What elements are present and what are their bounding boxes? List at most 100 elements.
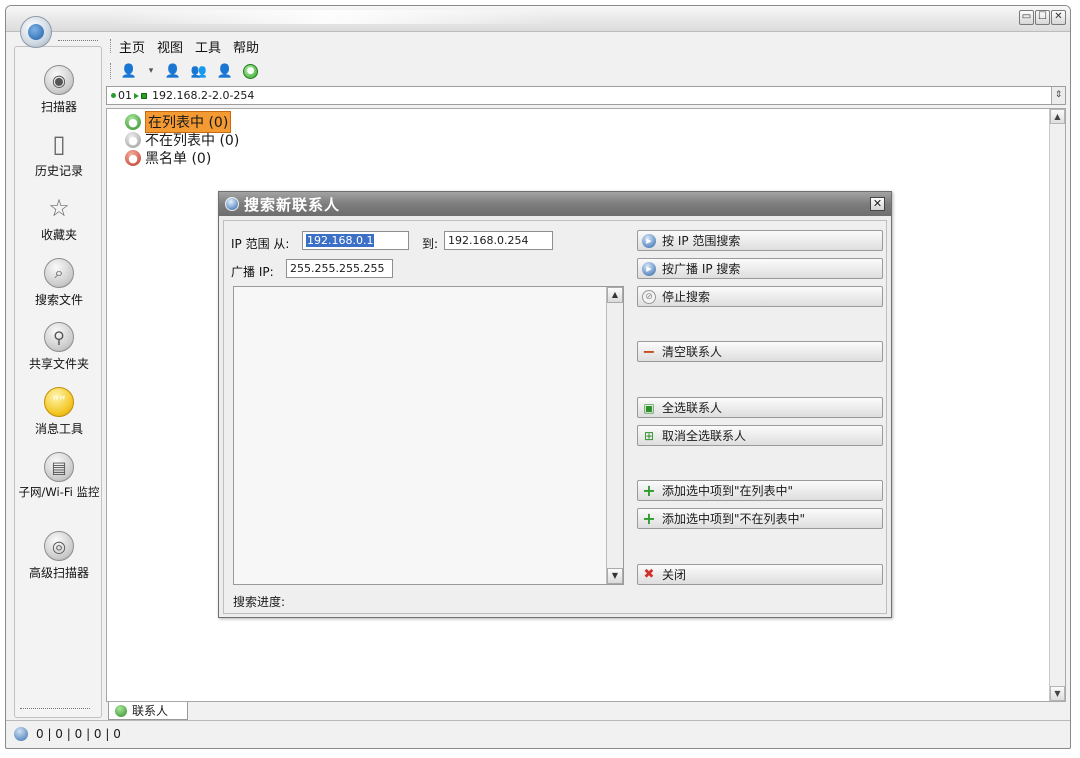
dialog-globe-icon bbox=[225, 197, 239, 211]
maximize-button[interactable]: ☐ bbox=[1035, 10, 1050, 25]
menu-grip bbox=[110, 39, 111, 53]
contact-red-icon[interactable]: 👤 bbox=[121, 63, 137, 79]
ip-from-value: 192.168.0.1 bbox=[306, 234, 375, 247]
results-scrollbar[interactable]: ▲ ▼ bbox=[606, 287, 623, 584]
title-bar: ▭ ☐ ✕ bbox=[6, 6, 1070, 32]
search-contacts-dialog: 搜索新联系人 ✕ IP 范围 从: 192.168.0.1 到: 192.168… bbox=[218, 191, 892, 618]
deselect-all-button[interactable]: ⊞ 取消全选联系人 bbox=[637, 425, 883, 446]
add-to-not-in-list-button[interactable]: + 添加选中项到"不在列表中" bbox=[637, 508, 883, 529]
button-label: 按广播 IP 搜索 bbox=[662, 262, 741, 276]
broadcast-ip-field[interactable]: 255.255.255.255 bbox=[286, 259, 393, 278]
sidebar-item-label: 共享文件夹 bbox=[28, 357, 89, 371]
sidebar-item-history[interactable]: ▯ 历史记录 bbox=[15, 129, 103, 179]
tree-item-blacklist[interactable]: ● 黑名单 (0) bbox=[125, 149, 239, 167]
sidebar-item-label: 高级扫描器 bbox=[28, 566, 89, 580]
button-label: 取消全选联系人 bbox=[662, 429, 747, 443]
close-dialog-button[interactable]: ✖ 关闭 bbox=[637, 564, 883, 585]
search-progress-label: 搜索进度: bbox=[233, 595, 286, 609]
status-bar: 0 | 0 | 0 | 0 | 0 bbox=[14, 724, 121, 744]
stop-icon: ⊘ bbox=[642, 289, 656, 304]
contacts-group-icon[interactable]: 👥 bbox=[191, 63, 207, 79]
menu-tools[interactable]: 工具 bbox=[195, 37, 221, 56]
tree-item-not-in-list[interactable]: ● 不在列表中 (0) bbox=[125, 131, 239, 149]
address-status-icons: 01 bbox=[111, 89, 147, 102]
app-logo-icon[interactable] bbox=[20, 16, 52, 48]
sidebar-item-search-files[interactable]: ⌕ 搜索文件 bbox=[15, 258, 103, 308]
scroll-up-icon[interactable]: ▲ bbox=[607, 287, 623, 303]
ip-to-label: 到: bbox=[422, 237, 439, 251]
menu-bar: 主页 视图 工具 帮助 bbox=[106, 36, 271, 56]
sidebar-item-label: 扫描器 bbox=[40, 100, 77, 114]
search-by-range-button[interactable]: ▶ 按 IP 范围搜索 bbox=[637, 230, 883, 251]
button-label: 关闭 bbox=[662, 568, 687, 582]
sidebar-item-label: 消息工具 bbox=[34, 422, 83, 436]
clear-contacts-button[interactable]: − 清空联系人 bbox=[637, 341, 883, 362]
address-prefix: 01 bbox=[118, 89, 132, 102]
ip-from-field[interactable]: 192.168.0.1 bbox=[302, 231, 409, 250]
refresh-icon[interactable]: ● bbox=[243, 63, 258, 79]
dialog-title: 搜索新联系人 bbox=[244, 195, 341, 214]
logo-divider bbox=[58, 40, 98, 41]
sidebar-divider bbox=[20, 708, 90, 709]
sidebar-item-shared-folder[interactable]: ⚲ 共享文件夹 bbox=[15, 322, 103, 372]
scroll-down-icon[interactable]: ▼ bbox=[607, 568, 623, 584]
title-bar-gloss bbox=[106, 10, 556, 24]
message-icon: “” bbox=[44, 387, 74, 417]
select-all-icon: ▣ bbox=[643, 400, 655, 415]
stop-search-button[interactable]: ⊘ 停止搜索 bbox=[637, 286, 883, 307]
menu-home[interactable]: 主页 bbox=[119, 37, 145, 56]
contact-search-icon[interactable]: 👤 bbox=[217, 63, 233, 79]
arrow-right-icon bbox=[134, 92, 139, 99]
content-scrollbar[interactable]: ▲ ▼ bbox=[1049, 109, 1065, 701]
button-label: 添加选中项到"在列表中" bbox=[662, 484, 794, 498]
minimize-button[interactable]: ▭ bbox=[1019, 10, 1034, 25]
scanner-icon: ◉ bbox=[44, 65, 74, 95]
sidebar-item-advanced-scanner[interactable]: ◎ 高级扫描器 bbox=[15, 531, 103, 581]
user-red-icon: ● bbox=[125, 150, 141, 166]
address-bar[interactable]: 01 192.168.2-2.0-254 ⇕ bbox=[106, 86, 1066, 105]
address-spinner[interactable]: ⇕ bbox=[1051, 87, 1065, 104]
tree-item-in-list[interactable]: ● 在列表中 (0) bbox=[125, 111, 239, 133]
user-gray-icon: ● bbox=[125, 132, 141, 148]
sidebar-item-label: 搜索文件 bbox=[34, 293, 83, 307]
scroll-up-icon[interactable]: ▲ bbox=[1050, 109, 1065, 124]
ip-to-field[interactable]: 192.168.0.254 bbox=[444, 231, 553, 250]
shared-folder-icon: ⚲ bbox=[44, 322, 74, 352]
play-icon: ▶ bbox=[642, 233, 656, 248]
sidebar-item-label: 收藏夹 bbox=[40, 228, 77, 242]
user-green-icon: ● bbox=[125, 114, 141, 130]
button-label: 停止搜索 bbox=[662, 290, 711, 304]
app-logo-globe bbox=[28, 24, 44, 40]
add-contact-icon[interactable]: 👤 bbox=[165, 63, 181, 79]
menu-view[interactable]: 视图 bbox=[157, 37, 183, 56]
dropdown-arrow-icon[interactable]: ▾ bbox=[147, 63, 155, 79]
dialog-close-icon[interactable]: ✕ bbox=[870, 197, 885, 211]
toolbar-grip bbox=[110, 63, 111, 79]
sidebar-item-label: 子网/Wi-Fi 监控 bbox=[18, 485, 100, 499]
dialog-title-bar: 搜索新联系人 ✕ bbox=[219, 192, 891, 216]
dialog-body: IP 范围 从: 192.168.0.1 到: 192.168.0.254 广播… bbox=[223, 220, 887, 614]
sidebar: ◉ 扫描器 ▯ 历史记录 ☆ 收藏夹 ⌕ 搜索文件 ⚲ 共享文件夹 “” 消息工… bbox=[14, 46, 102, 718]
close-button[interactable]: ✕ bbox=[1051, 10, 1066, 25]
sidebar-item-favorites[interactable]: ☆ 收藏夹 bbox=[15, 193, 103, 243]
search-results-list[interactable]: ▲ ▼ bbox=[233, 286, 624, 585]
toolbar: 👤 ▾ 👤 👥 👤 ● bbox=[106, 60, 268, 82]
window-controls: ▭ ☐ ✕ bbox=[1019, 10, 1066, 25]
address-value: 192.168.2-2.0-254 bbox=[152, 89, 255, 102]
tab-contacts[interactable]: 联系人 bbox=[108, 702, 188, 720]
sidebar-item-subnet-monitor[interactable]: ▤ 子网/Wi-Fi 监控 bbox=[15, 452, 103, 499]
deselect-all-icon: ⊞ bbox=[643, 428, 655, 443]
select-all-button[interactable]: ▣ 全选联系人 bbox=[637, 397, 883, 418]
button-label: 按 IP 范围搜索 bbox=[662, 234, 741, 248]
play-icon: ▶ bbox=[642, 261, 656, 276]
button-label: 清空联系人 bbox=[662, 345, 723, 359]
broadcast-ip-label: 广播 IP: bbox=[231, 265, 274, 279]
scroll-down-icon[interactable]: ▼ bbox=[1050, 686, 1065, 701]
add-to-in-list-button[interactable]: + 添加选中项到"在列表中" bbox=[637, 480, 883, 501]
user-search-icon bbox=[14, 727, 28, 741]
search-by-broadcast-button[interactable]: ▶ 按广播 IP 搜索 bbox=[637, 258, 883, 279]
sidebar-item-scanner[interactable]: ◉ 扫描器 bbox=[15, 65, 103, 115]
star-icon: ☆ bbox=[48, 194, 70, 222]
sidebar-item-message-tools[interactable]: “” 消息工具 bbox=[15, 387, 103, 437]
menu-help[interactable]: 帮助 bbox=[233, 37, 259, 56]
